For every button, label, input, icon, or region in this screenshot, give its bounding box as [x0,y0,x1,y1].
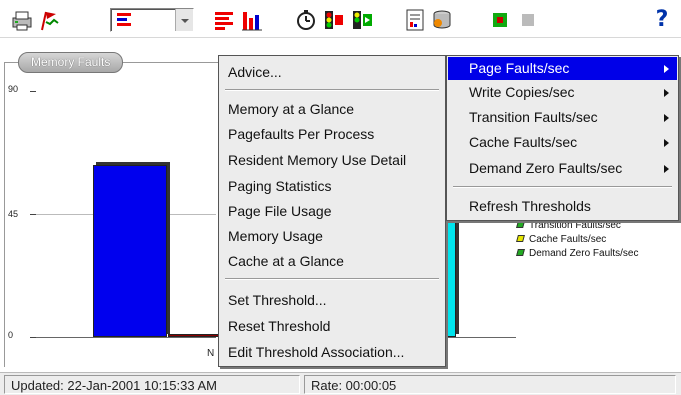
chart-bar-write-copies-sec [168,334,220,337]
submenu-item-label: Demand Zero Faults/sec [469,160,623,176]
chevron-right-icon [664,65,669,73]
column-chart-icon[interactable] [240,8,264,32]
status-rate: Rate: 00:00:05 [304,375,676,394]
report-icon[interactable] [403,8,427,32]
submenu-item-refresh-thresholds[interactable]: Refresh Thresholds [448,195,677,218]
y-tick-90: 90 [8,84,19,94]
data-view-icon[interactable] [350,8,374,32]
chart-type-combo[interactable] [110,8,194,32]
menu-item-edit-threshold-association[interactable]: Edit Threshold Association... [228,341,404,363]
legend-item-cache: Cache Faults/sec [516,234,606,245]
print-icon[interactable] [10,8,34,32]
menu-item-pagefaults-per-process[interactable]: Pagefaults Per Process [228,123,374,145]
status-bar: Updated: 22-Jan-2001 10:15:33 AM Rate: 0… [0,372,681,395]
status-updated: Updated: 22-Jan-2001 10:15:33 AM [4,375,300,394]
stopwatch-icon[interactable] [294,8,318,32]
legend-item-demand-zero: Demand Zero Faults/sec [516,248,639,259]
menu-item-cache-at-a-glance[interactable]: Cache at a Glance [228,250,344,272]
submenu-item-write-copies[interactable]: Write Copies/sec [448,81,677,104]
menu-item-advice[interactable]: Advice... [228,61,282,83]
toolbar: ? [0,0,681,38]
submenu-item-label: Write Copies/sec [469,84,575,100]
help-icon[interactable]: ? [650,8,674,32]
x-axis [36,337,216,338]
menu-item-set-threshold[interactable]: Set Threshold... [228,289,327,311]
submenu-item-label: Transition Faults/sec [469,109,598,125]
chart-frame-left [4,62,5,367]
menu-separator [225,89,439,91]
chart-title: Memory Faults [18,52,124,73]
threshold-submenu: Page Faults/sec Write Copies/sec Transit… [446,55,679,221]
legend-swatch-icon [516,221,525,228]
menu-item-page-file-usage[interactable]: Page File Usage [228,200,332,222]
chevron-down-icon[interactable] [175,9,193,31]
x-label-fragment: N [207,348,215,359]
menu-item-paging-statistics[interactable]: Paging Statistics [228,175,332,197]
submenu-item-label: Page Faults/sec [469,60,570,76]
y-tickmark [30,91,36,92]
y-tick-45: 45 [8,209,19,219]
chevron-right-icon [664,89,669,97]
legend-item-transition: Transition Faults/sec [516,220,621,231]
chevron-right-icon [664,139,669,147]
stop-gray-icon[interactable] [516,8,540,32]
submenu-item-label: Cache Faults/sec [469,134,578,150]
submenu-separator [453,186,672,188]
chevron-right-icon [664,165,669,173]
bar-chart-red-icon[interactable] [212,8,236,32]
x-axis-right [446,337,516,338]
menu-item-memory-usage[interactable]: Memory Usage [228,225,323,247]
y-tick-0: 0 [8,330,14,340]
submenu-item-cache-faults[interactable]: Cache Faults/sec [448,131,677,154]
chart-flag-icon[interactable] [38,8,62,32]
bar-chart-swatch-icon [117,13,131,26]
menu-item-resident-memory-use-detail[interactable]: Resident Memory Use Detail [228,149,406,171]
menu-separator [225,278,439,280]
context-menu: Advice... Memory at a Glance Pagefaults … [218,55,446,367]
traffic-light-icon[interactable] [322,8,346,32]
submenu-item-page-faults[interactable]: Page Faults/sec [448,57,677,80]
legend-swatch-icon [516,235,525,242]
menu-item-memory-at-a-glance[interactable]: Memory at a Glance [228,98,354,120]
submenu-item-demand-zero-faults[interactable]: Demand Zero Faults/sec [448,157,677,180]
chart-bar-page-faults-sec [93,164,167,337]
submenu-item-transition-faults[interactable]: Transition Faults/sec [448,106,677,129]
record-green-icon[interactable] [488,8,512,32]
menu-item-reset-threshold[interactable]: Reset Threshold [228,315,330,337]
database-icon[interactable] [430,8,454,32]
legend-swatch-icon [516,249,525,256]
chevron-right-icon [664,114,669,122]
